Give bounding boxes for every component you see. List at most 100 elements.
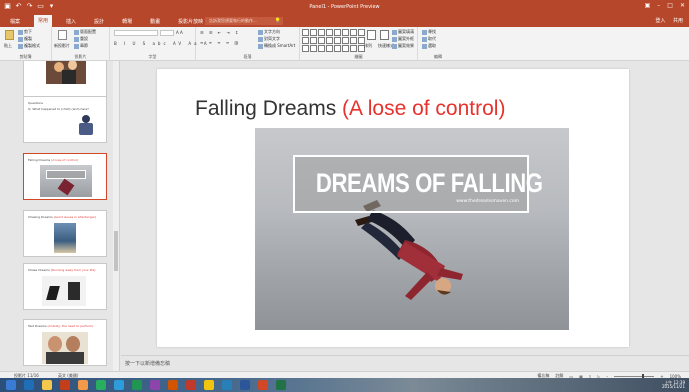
shape-fill-button[interactable]: 圖案填滿 (392, 29, 414, 35)
copy-button[interactable]: 複製 (18, 36, 32, 42)
new-slide-icon[interactable] (58, 30, 67, 40)
section-icon (74, 43, 79, 49)
slide-thumbnail[interactable]: Chasing Dreams (Avoid issues in Life/dan… (23, 210, 107, 257)
minimize-icon[interactable]: – (657, 2, 660, 9)
reset-icon (74, 36, 79, 42)
maximize-icon[interactable]: □ (667, 2, 673, 9)
shapes-gallery[interactable] (302, 29, 365, 52)
ribbon: 貼上 剪下 複製 複製格式 剪貼簿 新投影片 版面配置 重設 章節 投影片 A … (0, 27, 689, 61)
app-icon-red[interactable] (186, 380, 196, 390)
notes-placeholder: 按一下以新增備忘稿 (125, 361, 171, 367)
font-label: 字型 (148, 54, 157, 59)
list-buttons[interactable]: ☰ ☰ ⇤ ⇥ ↕ (200, 30, 240, 35)
font-size-field[interactable] (160, 30, 174, 36)
text-direction-icon (258, 29, 263, 35)
word-icon[interactable] (240, 380, 250, 390)
format-painter-button[interactable]: 複製格式 (18, 43, 40, 49)
ribbon-tab-row: 檔案 常用 插入 設計 轉場 動畫 投影片放映 校閱 檢視 告訴我您想要執行的動… (0, 15, 689, 27)
clipboard-group: 貼上 剪下 複製 複製格式 剪貼簿 (0, 27, 52, 61)
app-icon-yellow[interactable] (204, 380, 214, 390)
sign-in-link[interactable]: 登入 (655, 18, 665, 24)
tab-transitions[interactable]: 轉場 (118, 17, 136, 26)
scissors-icon (18, 29, 23, 35)
ie-icon[interactable] (24, 380, 34, 390)
brush-icon (18, 43, 23, 49)
drawing-group: 排列 快速樣式 圖案填滿 圖案外框 圖案效果 繪圖 (300, 27, 418, 61)
quick-styles-icon[interactable] (380, 30, 389, 40)
slide-thumbnail[interactable] (23, 61, 107, 100)
excel-icon[interactable] (276, 380, 286, 390)
tab-file[interactable]: 檔案 (6, 17, 24, 26)
acrobat-icon[interactable] (168, 380, 178, 390)
current-slide[interactable]: Falling Dreams (A lose of control) DREAM… (157, 69, 629, 347)
grow-font-icon[interactable]: A A (176, 30, 183, 35)
tell-me-box[interactable]: 告訴我您想要執行的動作... 💡 (205, 17, 283, 25)
tell-me-placeholder: 告訴我您想要執行的動作... (209, 18, 257, 23)
powerpoint-icon[interactable] (258, 380, 268, 390)
window-controls: ▣ – □ ✕ (645, 2, 685, 9)
arrange-button[interactable]: 排列 (364, 43, 372, 49)
font-name-field[interactable] (114, 30, 158, 36)
slide-thumbnail[interactable]: Chase Dreams (Running away from your lif… (23, 263, 107, 310)
thumbnail-title: Falling Dreams (A lose of control) (28, 158, 78, 162)
thumbnail-image (40, 165, 92, 197)
media-player-icon[interactable] (60, 380, 70, 390)
system-tray[interactable]: 上午 12:39 2015/11/21 (662, 381, 685, 389)
tab-home[interactable]: 常用 (34, 15, 53, 27)
status-bar: 投影片 11/16 英文 (美國) 備忘稿 註解 ▭ ▦ ▯ ▷ – + 100… (0, 371, 689, 379)
powerpoint-window: ▣ ↶ ↷ ▭ ▾ Panel1 - PowerPoint Preview ▣ … (0, 0, 689, 392)
section-button[interactable]: 章節 (74, 43, 88, 49)
paste-icon[interactable] (5, 30, 14, 40)
app-icon-purple[interactable] (150, 380, 160, 390)
find-button[interactable]: 尋找 (422, 29, 436, 35)
align-text-button[interactable]: 對齊文字 (258, 36, 280, 42)
clipboard-label: 剪貼簿 (19, 54, 32, 59)
slide-title[interactable]: Falling Dreams (A lose of control) (195, 97, 505, 121)
chrome-icon[interactable] (78, 380, 88, 390)
tab-animations[interactable]: 動畫 (146, 17, 164, 26)
effects-icon (392, 43, 397, 49)
lightbulb-icon: 💡 (274, 18, 281, 24)
scrollbar-thumb[interactable] (114, 231, 118, 271)
drawing-label: 繪圖 (354, 54, 363, 59)
cut-button[interactable]: 剪下 (18, 29, 32, 35)
app-icon-blue[interactable] (114, 380, 124, 390)
thumbnail-title: Questions (28, 101, 43, 105)
arrange-icon[interactable] (367, 30, 376, 40)
thumbnail-image (42, 332, 88, 364)
align-buttons[interactable]: ≡ ≡ ≡ ≡ ▥ (200, 40, 240, 45)
shape-outline-button[interactable]: 圖案外框 (392, 36, 414, 42)
thumbnail-title: Chasing Dreams (Avoid issues in Life/dan… (28, 215, 97, 219)
start-button-icon[interactable] (6, 380, 16, 390)
slide-thumbnail[interactable]: Questions Q: What happened to (child) (a… (23, 96, 107, 143)
text-direction-button[interactable]: 文字方向 (258, 29, 280, 35)
select-button[interactable]: 選取 (422, 43, 436, 49)
app-icon-green[interactable] (96, 380, 106, 390)
paste-button[interactable]: 貼上 (4, 43, 12, 49)
thumbnail-scrollbar[interactable] (113, 61, 119, 371)
tab-design[interactable]: 設計 (90, 17, 108, 26)
share-button[interactable]: 共用 (673, 18, 683, 24)
close-icon[interactable]: ✕ (680, 2, 685, 9)
file-explorer-icon[interactable] (42, 380, 52, 390)
replace-button[interactable]: 取代 (422, 36, 436, 42)
smartart-button[interactable]: 轉換成 SmartArt (258, 43, 295, 49)
slides-group: 新投影片 版面配置 重設 章節 投影片 (52, 27, 110, 61)
slide-photo[interactable]: DREAMS OF FALLING www.thedreamsmaven.com (255, 128, 569, 330)
tab-insert[interactable]: 插入 (62, 17, 80, 26)
ribbon-display-icon[interactable]: ▣ (645, 2, 651, 9)
app-icon-globe[interactable] (222, 380, 232, 390)
new-slide-button[interactable]: 新投影片 (54, 43, 70, 49)
layout-button[interactable]: 版面配置 (74, 29, 96, 35)
pen-icon (392, 36, 397, 42)
notes-pane[interactable]: 按一下以新增備忘稿 (121, 355, 689, 370)
thumbnail-title: Test Dreams (Anxiety, the need to perfor… (28, 324, 94, 328)
shape-effects-button[interactable]: 圖案效果 (392, 43, 414, 49)
reset-button[interactable]: 重設 (74, 36, 88, 42)
app-icon-gallery[interactable] (132, 380, 142, 390)
editing-group: 尋找 取代 選取 編輯 (418, 27, 458, 61)
zoom-slider[interactable] (614, 373, 655, 379)
slide-thumbnail[interactable]: Test Dreams (Anxiety, the need to perfor… (23, 319, 107, 366)
tab-slideshow[interactable]: 投影片放映 (174, 17, 207, 26)
slide-thumbnail-selected[interactable]: Falling Dreams (A lose of control) (23, 153, 107, 200)
